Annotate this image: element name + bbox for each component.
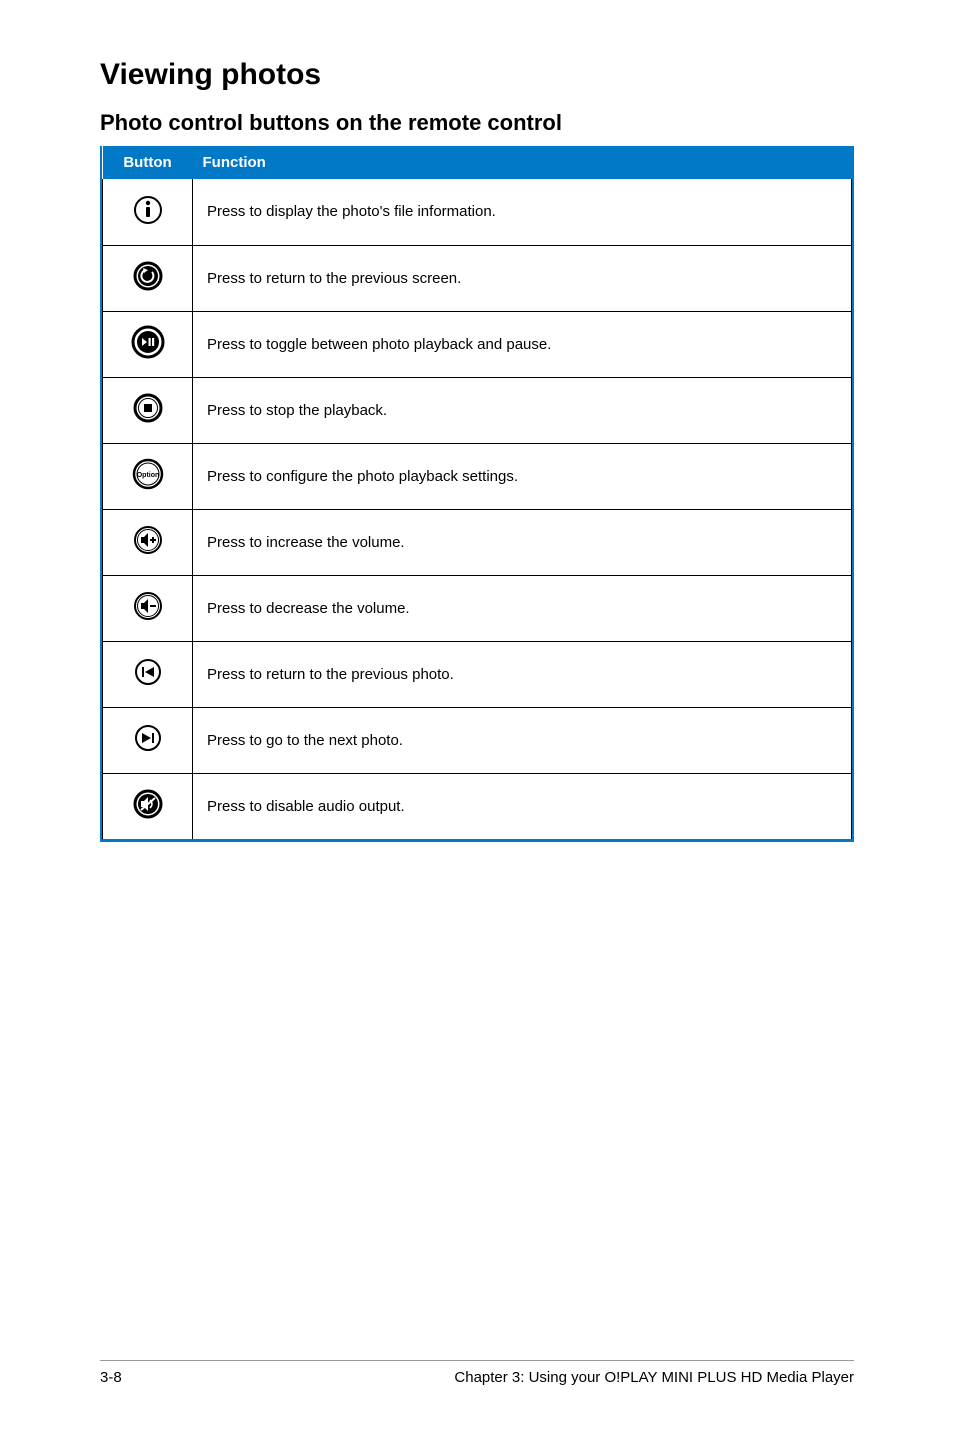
function-cell: Press to stop the playback.	[193, 377, 852, 443]
next-icon	[134, 724, 162, 756]
button-cell	[103, 179, 193, 245]
function-cell: Press to configure the photo playback se…	[193, 443, 852, 509]
button-function-table: Button Function Press to display the pho…	[102, 146, 852, 840]
button-cell	[103, 509, 193, 575]
page-footer: 3-8 Chapter 3: Using your O!PLAY MINI PL…	[100, 1360, 854, 1386]
previous-icon	[134, 658, 162, 690]
button-cell	[103, 773, 193, 839]
table-row: Press to toggle between photo playback a…	[103, 311, 852, 377]
table-row: Press to disable audio output.	[103, 773, 852, 839]
option-icon: Option	[132, 458, 164, 494]
button-function-table-wrap: Button Function Press to display the pho…	[100, 146, 854, 842]
header-function: Function	[193, 146, 852, 179]
volume-down-icon	[133, 591, 163, 625]
table-row: Press to increase the volume.	[103, 509, 852, 575]
document-page: Viewing photos Photo control buttons on …	[0, 0, 954, 1438]
button-cell	[103, 575, 193, 641]
function-cell: Press to toggle between photo playback a…	[193, 311, 852, 377]
table-row: Press to decrease the volume.	[103, 575, 852, 641]
section-subtitle: Photo control buttons on the remote cont…	[100, 110, 854, 136]
function-cell: Press to increase the volume.	[193, 509, 852, 575]
table-row: Option Press to configure the photo play…	[103, 443, 852, 509]
chapter-label: Chapter 3: Using your O!PLAY MINI PLUS H…	[454, 1369, 854, 1386]
volume-up-icon	[133, 525, 163, 559]
return-icon	[133, 261, 163, 295]
button-cell	[103, 311, 193, 377]
function-cell: Press to return to the previous photo.	[193, 641, 852, 707]
table-header-row: Button Function	[103, 146, 852, 179]
function-cell: Press to disable audio output.	[193, 773, 852, 839]
button-cell	[103, 641, 193, 707]
page-number: 3-8	[100, 1369, 122, 1386]
stop-icon	[133, 393, 163, 427]
page-title: Viewing photos	[100, 58, 854, 92]
mute-icon	[133, 789, 163, 823]
button-cell: Option	[103, 443, 193, 509]
function-cell: Press to display the photo's file inform…	[193, 179, 852, 245]
button-cell	[103, 377, 193, 443]
button-cell	[103, 245, 193, 311]
info-icon	[133, 195, 163, 229]
function-cell: Press to decrease the volume.	[193, 575, 852, 641]
play-pause-icon	[131, 325, 165, 363]
function-cell: Press to go to the next photo.	[193, 707, 852, 773]
table-row: Press to display the photo's file inform…	[103, 179, 852, 245]
table-row: Press to return to the previous photo.	[103, 641, 852, 707]
table-row: Press to go to the next photo.	[103, 707, 852, 773]
table-row: Press to return to the previous screen.	[103, 245, 852, 311]
function-cell: Press to return to the previous screen.	[193, 245, 852, 311]
table-row: Press to stop the playback.	[103, 377, 852, 443]
header-button: Button	[103, 146, 193, 179]
svg-text:Option: Option	[136, 472, 159, 479]
button-cell	[103, 707, 193, 773]
